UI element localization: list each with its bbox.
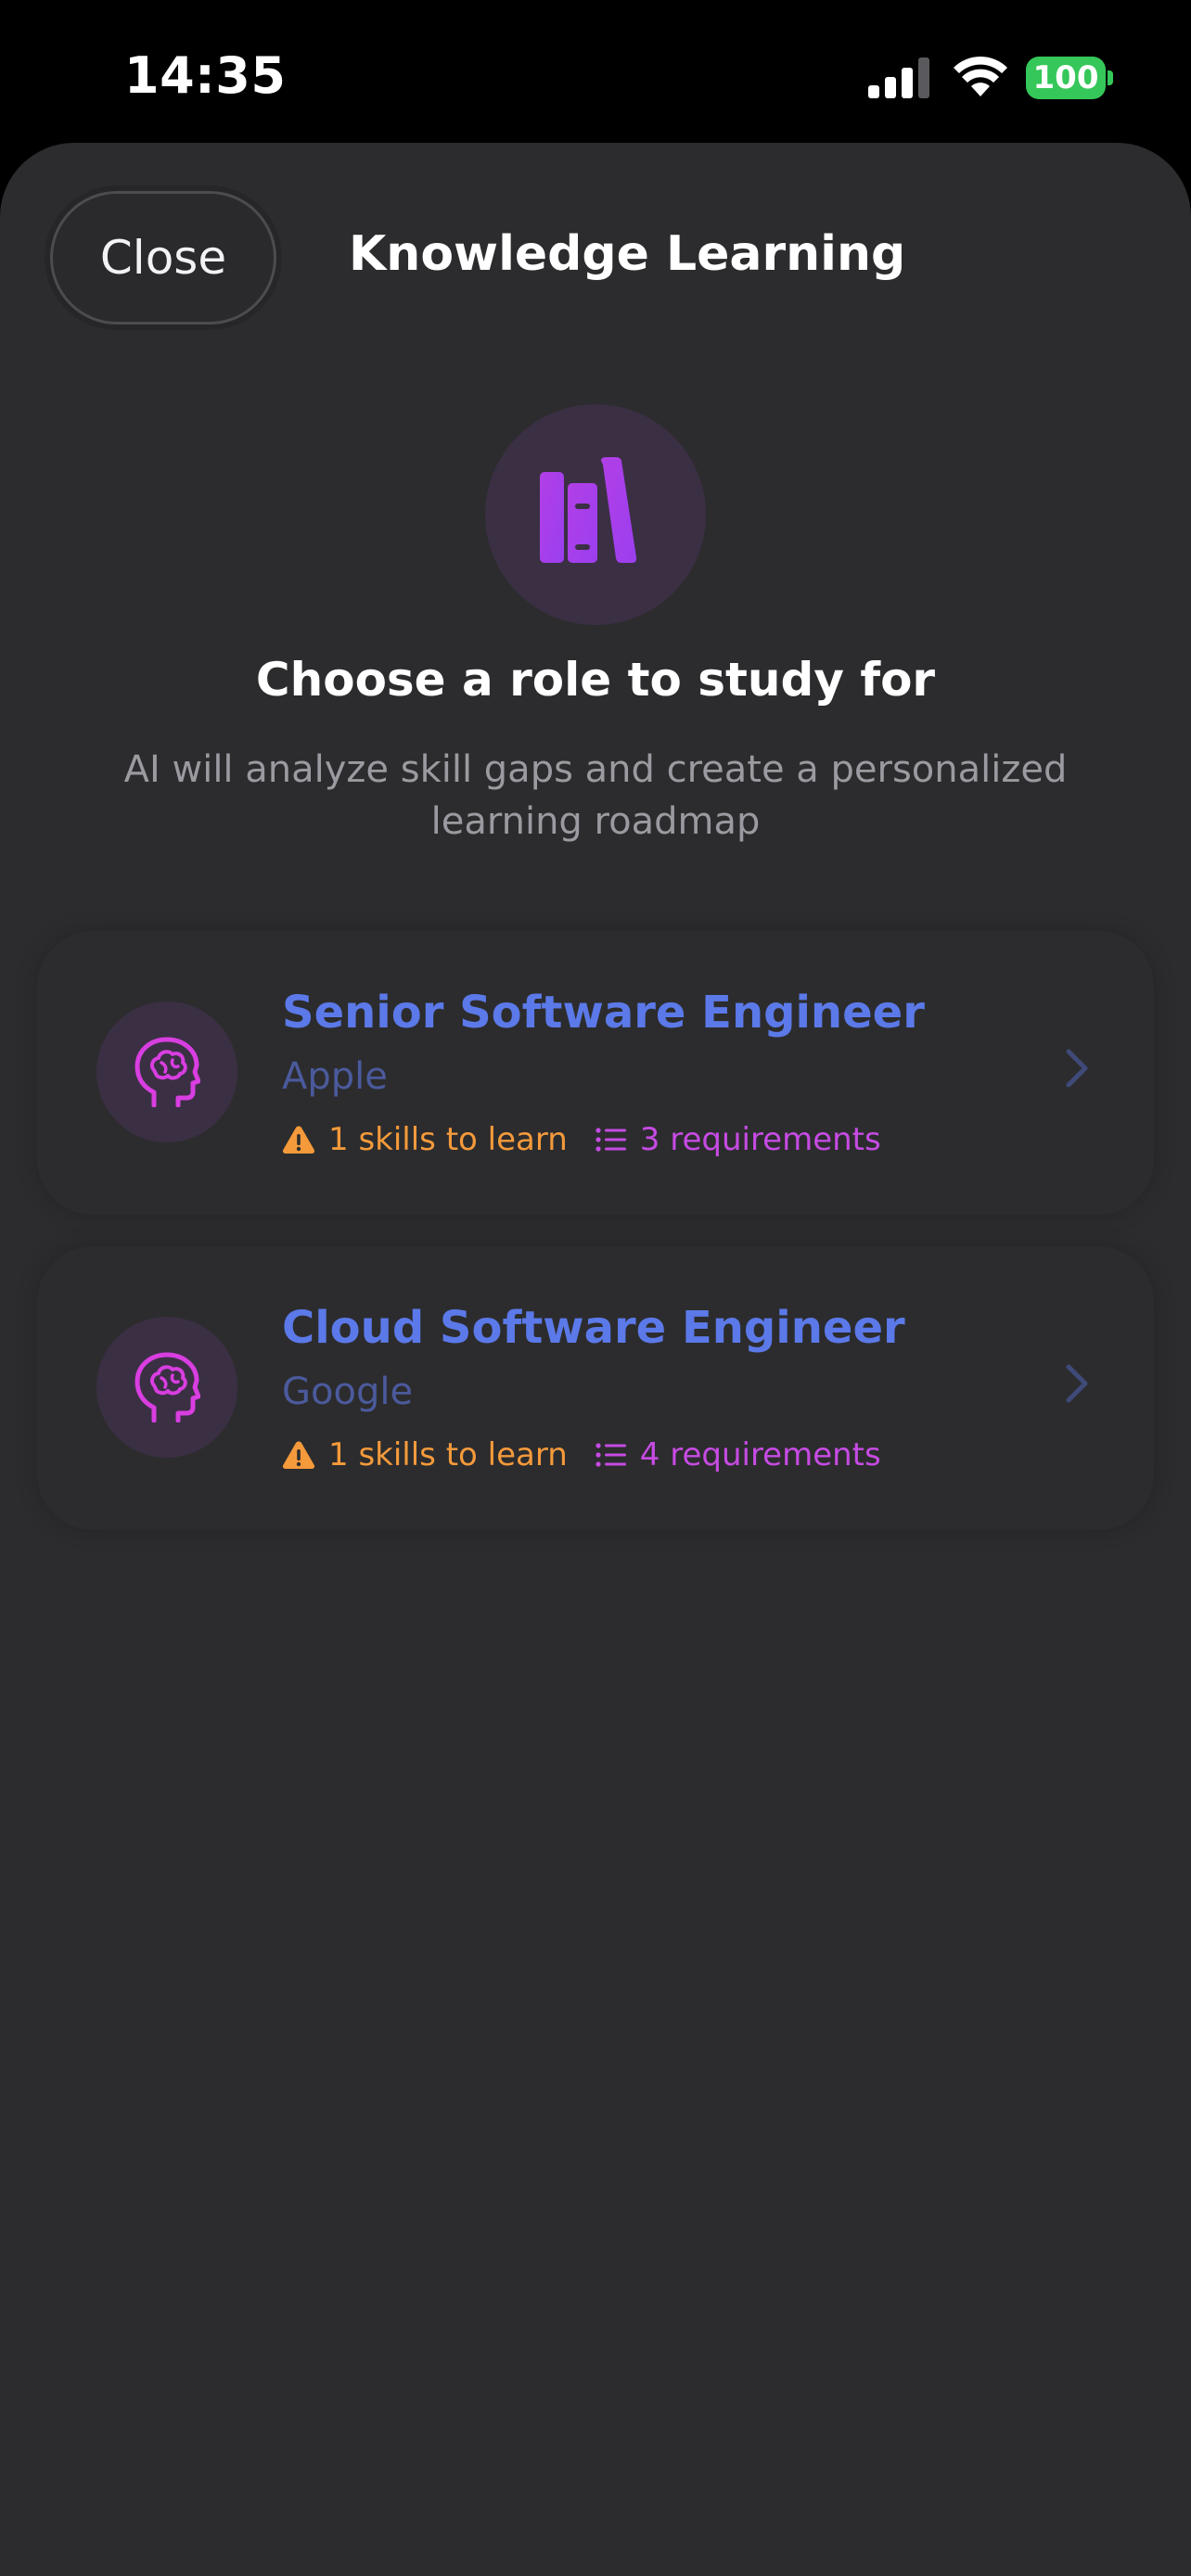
role-meta: 1 skills to learn 3 requirements: [282, 1116, 881, 1163]
brain-head-icon: [134, 1352, 200, 1422]
battery-level: 100: [1032, 59, 1099, 96]
role-card[interactable]: Cloud Software Engineer Google 1 skills …: [37, 1246, 1154, 1530]
skills-to-learn: 1 skills to learn: [282, 1436, 568, 1473]
page-subheading: AI will analyze skill gaps and create a …: [123, 748, 1068, 843]
wifi-icon: [954, 56, 1007, 96]
role-icon-circle: [96, 1317, 237, 1458]
close-button[interactable]: Close: [50, 191, 276, 325]
knowledge-learning-sheet: Close Knowledge Learning Choose a role t…: [0, 143, 1191, 2576]
chevron-right-icon: [1066, 1364, 1088, 1403]
status-time: 14:35: [124, 46, 287, 105]
warning-icon: [282, 1441, 315, 1469]
battery-nub: [1108, 70, 1113, 85]
requirements-count: 3 requirements: [639, 1121, 881, 1158]
list-icon: [596, 1443, 626, 1467]
signal-icon: [868, 57, 929, 98]
brain-head-icon: [134, 1037, 200, 1107]
list-icon: [596, 1128, 626, 1152]
requirements: 4 requirements: [596, 1436, 881, 1473]
warning-icon: [282, 1126, 315, 1154]
battery-icon: 100: [1026, 57, 1106, 99]
chevron-right-icon: [1066, 1049, 1088, 1088]
skills-count: 1 skills to learn: [328, 1436, 568, 1473]
requirements-count: 4 requirements: [639, 1436, 881, 1473]
role-card[interactable]: Senior Software Engineer Apple 1 skills …: [37, 931, 1154, 1215]
role-title: Senior Software Engineer: [282, 987, 925, 1039]
role-company: Google: [282, 1371, 414, 1413]
role-meta: 1 skills to learn 4 requirements: [282, 1432, 881, 1478]
skills-to-learn: 1 skills to learn: [282, 1121, 568, 1158]
role-company: Apple: [282, 1055, 388, 1098]
role-title: Cloud Software Engineer: [282, 1302, 905, 1354]
books-icon: [540, 457, 637, 563]
hero-icon-circle: [485, 404, 706, 625]
sheet-title: Knowledge Learning: [349, 226, 906, 282]
skills-count: 1 skills to learn: [328, 1121, 568, 1158]
status-bar: 14:35 100: [0, 0, 1191, 145]
page-heading: Choose a role to study for: [255, 653, 936, 707]
requirements: 3 requirements: [596, 1121, 881, 1158]
role-icon-circle: [96, 1001, 237, 1142]
